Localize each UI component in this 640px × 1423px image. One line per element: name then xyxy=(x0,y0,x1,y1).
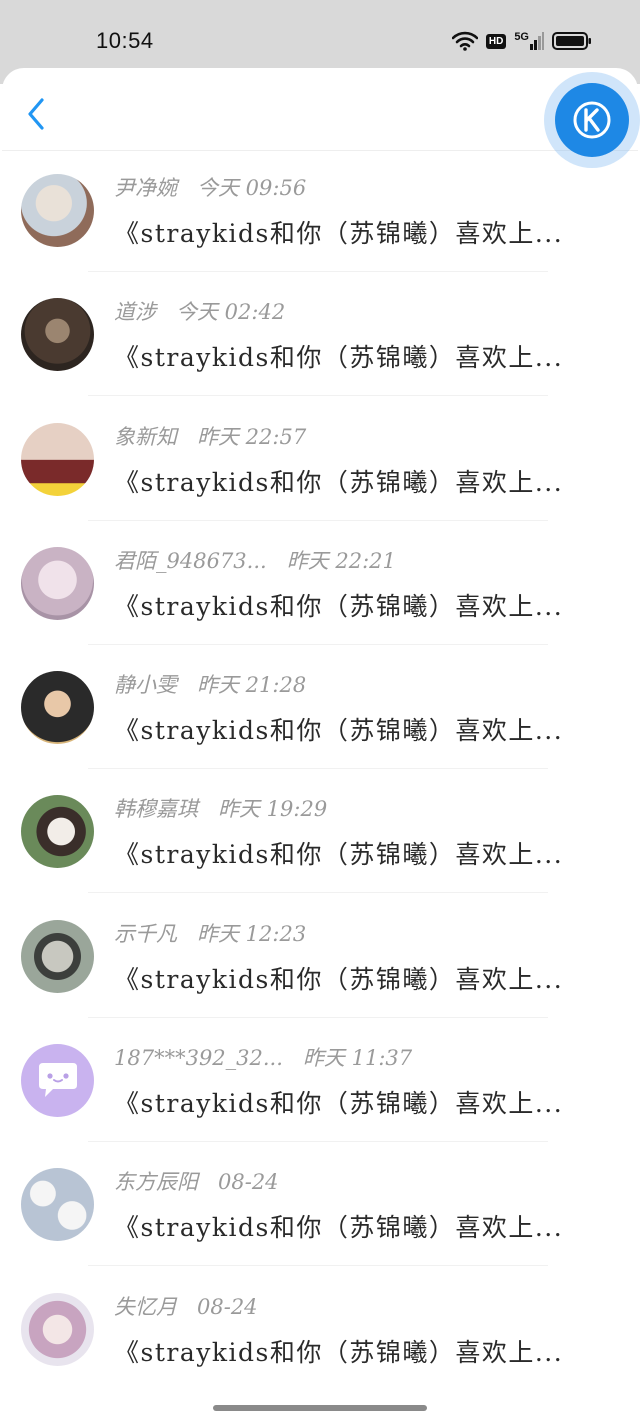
message-preview: 《straykids和你（苏锦曦）喜欢上... xyxy=(114,219,564,248)
status-icons: HD 5G xyxy=(451,28,592,54)
message-time: 今天 02:42 xyxy=(176,300,286,325)
contact-name: 示千凡 xyxy=(114,921,177,946)
message-time: 08-24 xyxy=(197,1294,258,1319)
divider xyxy=(88,395,548,397)
nav-bar xyxy=(2,68,638,150)
contact-name: 君陌_948673... xyxy=(114,548,267,573)
list-item[interactable]: 静小雯 昨天 21:28 《straykids和你（苏锦曦）喜欢上... xyxy=(0,647,640,771)
message-preview: 《straykids和你（苏锦曦）喜欢上... xyxy=(114,467,564,497)
chevron-left-icon xyxy=(28,98,44,130)
contact-name: 韩穆嘉琪 xyxy=(114,797,198,822)
list-item[interactable]: 君陌_948673... 昨天 22:21 《straykids和你（苏锦曦）喜欢… xyxy=(0,523,640,647)
list-item[interactable]: 东方辰阳 08-24 《straykids和你（苏锦曦）喜欢上... xyxy=(0,1144,640,1268)
list-item[interactable]: 道涉 今天 02:42 《straykids和你（苏锦曦）喜欢上... xyxy=(0,274,640,398)
battery-icon xyxy=(552,32,591,50)
avatar[interactable] xyxy=(21,1292,94,1366)
avatar[interactable] xyxy=(21,298,94,372)
contact-name: 道涉 xyxy=(114,300,156,325)
divider xyxy=(88,892,548,894)
message-preview: 《straykids和你（苏锦曦）喜欢上... xyxy=(114,1337,564,1367)
divider xyxy=(88,1016,548,1018)
item-meta: 韩穆嘉琪 昨天 19:29 xyxy=(114,793,327,823)
status-time: 10:54 xyxy=(96,28,154,53)
avatar[interactable] xyxy=(21,671,94,745)
message-time: 昨天 11:37 xyxy=(302,1046,413,1071)
k-circle-icon xyxy=(573,101,611,139)
list-item[interactable]: 韩穆嘉琪 昨天 19:29 《straykids和你（苏锦曦）喜欢上... xyxy=(0,771,640,895)
message-preview: 《straykids和你（苏锦曦）喜欢上... xyxy=(114,343,564,373)
network-type-label: 5G xyxy=(514,31,529,43)
avatar[interactable] xyxy=(21,546,94,620)
home-indicator[interactable] xyxy=(213,1405,427,1411)
item-meta: 静小雯 昨天 21:28 xyxy=(114,669,306,699)
message-preview: 《straykids和你（苏锦曦）喜欢上... xyxy=(114,716,564,746)
cellular-signal-icon: 5G xyxy=(514,32,544,50)
divider xyxy=(88,768,548,770)
item-meta: 187***392_32... 昨天 11:37 xyxy=(114,1042,412,1072)
chat-bubble-icon xyxy=(38,1062,77,1097)
contact-name: 象新知 xyxy=(114,424,177,449)
item-meta: 君陌_948673... 昨天 22:21 xyxy=(114,545,396,575)
item-meta: 东方辰阳 08-24 xyxy=(114,1166,279,1196)
k-button-inner xyxy=(555,83,629,157)
divider xyxy=(88,643,548,645)
message-time: 昨天 22:57 xyxy=(197,424,307,449)
avatar[interactable] xyxy=(21,1044,94,1118)
message-preview: 《straykids和你（苏锦曦）喜欢上... xyxy=(114,964,564,994)
item-meta: 道涉 今天 02:42 xyxy=(114,296,285,326)
contact-name: 尹净婉 xyxy=(114,176,177,200)
message-time: 昨天 22:21 xyxy=(286,548,396,573)
divider xyxy=(88,519,548,521)
item-meta: 失忆月 08-24 xyxy=(114,1291,258,1321)
list-item[interactable]: 失忆月 08-24 《straykids和你（苏锦曦）喜欢上... xyxy=(0,1269,640,1393)
list-item[interactable]: 示千凡 昨天 12:23 《straykids和你（苏锦曦）喜欢上... xyxy=(0,896,640,1020)
item-meta: 示千凡 昨天 12:23 xyxy=(114,918,306,948)
item-meta: 象新知 昨天 22:57 xyxy=(114,421,306,451)
message-preview: 《straykids和你（苏锦曦）喜欢上... xyxy=(114,840,564,870)
message-time: 昨天 12:23 xyxy=(197,921,307,946)
message-time: 08-24 xyxy=(218,1170,279,1195)
chat-list: 尹净婉 今天 09:56 《straykids和你（苏锦曦）喜欢上... 道涉 今天… xyxy=(0,150,640,1393)
avatar[interactable] xyxy=(21,422,94,496)
message-preview: 《straykids和你（苏锦曦）喜欢上... xyxy=(114,1213,564,1243)
avatar[interactable] xyxy=(21,174,94,247)
contact-name: 东方辰阳 xyxy=(114,1170,198,1195)
divider xyxy=(88,271,548,272)
message-time: 昨天 21:28 xyxy=(197,673,307,698)
list-item[interactable]: 187***392_32... 昨天 11:37 《straykids和你（苏锦曦… xyxy=(0,1020,640,1144)
divider xyxy=(88,1265,548,1267)
item-meta: 尹净婉 今天 09:56 xyxy=(114,172,306,202)
avatar[interactable] xyxy=(21,919,94,993)
message-preview: 《straykids和你（苏锦曦）喜欢上... xyxy=(114,591,564,621)
message-time: 昨天 19:29 xyxy=(218,797,328,822)
message-time: 今天 09:56 xyxy=(197,176,307,200)
avatar[interactable] xyxy=(21,1168,94,1242)
list-item[interactable]: 尹净婉 今天 09:56 《straykids和你（苏锦曦）喜欢上... xyxy=(0,150,640,274)
list-item[interactable]: 象新知 昨天 22:57 《straykids和你（苏锦曦）喜欢上... xyxy=(0,399,640,523)
contact-name: 失忆月 xyxy=(114,1294,177,1319)
contact-name: 187***392_32... xyxy=(114,1046,283,1071)
back-button[interactable] xyxy=(24,96,50,132)
contact-name: 静小雯 xyxy=(114,673,177,698)
hd-badge: HD xyxy=(485,33,507,49)
wifi-icon xyxy=(451,31,478,51)
divider xyxy=(88,1141,548,1143)
message-preview: 《straykids和你（苏锦曦）喜欢上... xyxy=(114,1089,564,1119)
avatar[interactable] xyxy=(21,795,94,869)
